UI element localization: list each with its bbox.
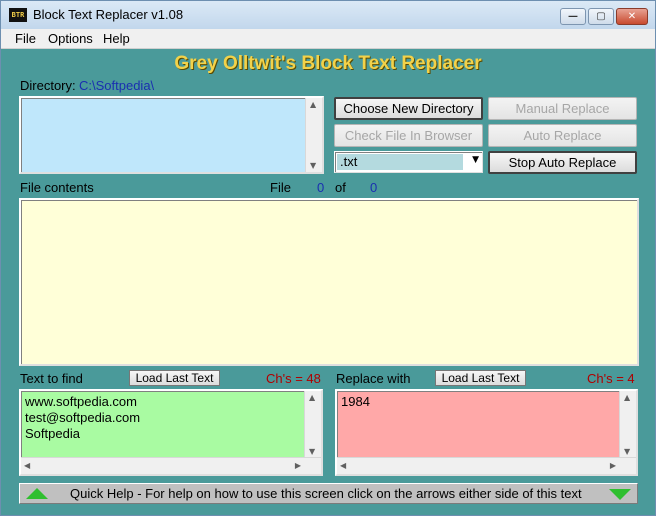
- file-index: 0: [317, 180, 325, 195]
- scroll-down-arrow-icon[interactable]: ▼: [310, 161, 316, 170]
- app-window: BTR Block Text Replacer v1.08 — ▢ ✕ File…: [0, 0, 656, 516]
- extension-select-value: .txt: [340, 154, 358, 169]
- file-total: 0: [370, 180, 378, 195]
- scroll-down-arrow-icon[interactable]: ▼: [309, 447, 315, 456]
- close-button[interactable]: ✕: [616, 8, 648, 25]
- find-line: Softpedia: [25, 426, 80, 441]
- scroll-up-arrow-icon[interactable]: ▲: [624, 393, 630, 402]
- find-text-lines: www.softpedia.com test@softpedia.com Sof…: [25, 394, 140, 442]
- extension-select-value-area: .txt: [337, 154, 463, 170]
- find-char-count: Ch's = 48: [266, 371, 321, 386]
- menu-help[interactable]: Help: [103, 31, 130, 46]
- extension-select[interactable]: .txt ▼: [334, 151, 483, 173]
- minimize-button[interactable]: —: [560, 8, 586, 25]
- replace-char-count: Ch's = 4: [587, 371, 635, 386]
- text-to-find-label: Text to find: [20, 371, 83, 386]
- directory-label: Directory:: [20, 78, 76, 93]
- find-text-area[interactable]: www.softpedia.com test@softpedia.com Sof…: [19, 389, 323, 476]
- directory-file-list[interactable]: ▲ ▼: [19, 96, 324, 174]
- load-last-text-replace-button[interactable]: Load Last Text: [435, 370, 526, 386]
- window-title: Block Text Replacer v1.08: [33, 7, 184, 22]
- replace-vertical-scrollbar[interactable]: ▲ ▼: [619, 391, 636, 458]
- replace-horizontal-scrollbar[interactable]: ◀ ▶: [337, 457, 636, 474]
- maximize-button[interactable]: ▢: [588, 8, 614, 25]
- find-line: test@softpedia.com: [25, 410, 141, 425]
- replace-with-label: Replace with: [336, 371, 411, 386]
- arrow-down-icon[interactable]: [609, 489, 631, 500]
- scroll-right-arrow-icon[interactable]: ▶: [295, 461, 301, 470]
- quick-help-text: Quick Help - For help on how to use this…: [70, 486, 582, 501]
- directory-list-scrollbar[interactable]: ▲ ▼: [305, 98, 322, 172]
- menu-bar: File Options Help: [1, 29, 655, 49]
- find-vertical-scrollbar[interactable]: ▲ ▼: [304, 391, 321, 458]
- file-contents-label: File contents: [20, 180, 94, 195]
- replace-text: 1984: [341, 394, 370, 409]
- app-heading: Grey Olltwit's Block Text Replacer: [174, 53, 482, 74]
- scroll-down-arrow-icon[interactable]: ▼: [624, 447, 630, 456]
- of-label: of: [335, 180, 346, 195]
- auto-replace-button[interactable]: Auto Replace: [488, 124, 637, 147]
- menu-file[interactable]: File: [15, 31, 36, 46]
- manual-replace-button[interactable]: Manual Replace: [488, 97, 637, 120]
- find-horizontal-scrollbar[interactable]: ◀ ▶: [21, 457, 321, 474]
- scroll-left-arrow-icon[interactable]: ◀: [24, 461, 30, 470]
- choose-new-directory-button[interactable]: Choose New Directory: [334, 97, 483, 120]
- scroll-up-arrow-icon[interactable]: ▲: [310, 100, 316, 109]
- scroll-up-arrow-icon[interactable]: ▲: [309, 393, 315, 402]
- find-line: www.softpedia.com: [25, 394, 137, 409]
- chevron-down-icon[interactable]: ▼: [472, 155, 479, 165]
- stop-auto-replace-button[interactable]: Stop Auto Replace: [488, 151, 637, 174]
- app-icon: BTR: [9, 8, 27, 22]
- scroll-right-arrow-icon[interactable]: ▶: [610, 461, 616, 470]
- check-file-in-browser-button[interactable]: Check File In Browser: [334, 124, 483, 147]
- file-contents-area[interactable]: [19, 198, 639, 366]
- title-bar[interactable]: BTR Block Text Replacer v1.08 — ▢ ✕: [1, 1, 655, 29]
- file-label: File: [270, 180, 291, 195]
- arrow-up-icon[interactable]: [26, 488, 48, 499]
- scroll-left-arrow-icon[interactable]: ◀: [340, 461, 346, 470]
- replace-text-area[interactable]: 1984 ▲ ▼ ◀ ▶: [335, 389, 638, 476]
- directory-path: C:\Softpedia\: [79, 78, 155, 93]
- load-last-text-find-button[interactable]: Load Last Text: [129, 370, 220, 386]
- menu-options[interactable]: Options: [48, 31, 93, 46]
- quick-help-bar: Quick Help - For help on how to use this…: [19, 483, 638, 504]
